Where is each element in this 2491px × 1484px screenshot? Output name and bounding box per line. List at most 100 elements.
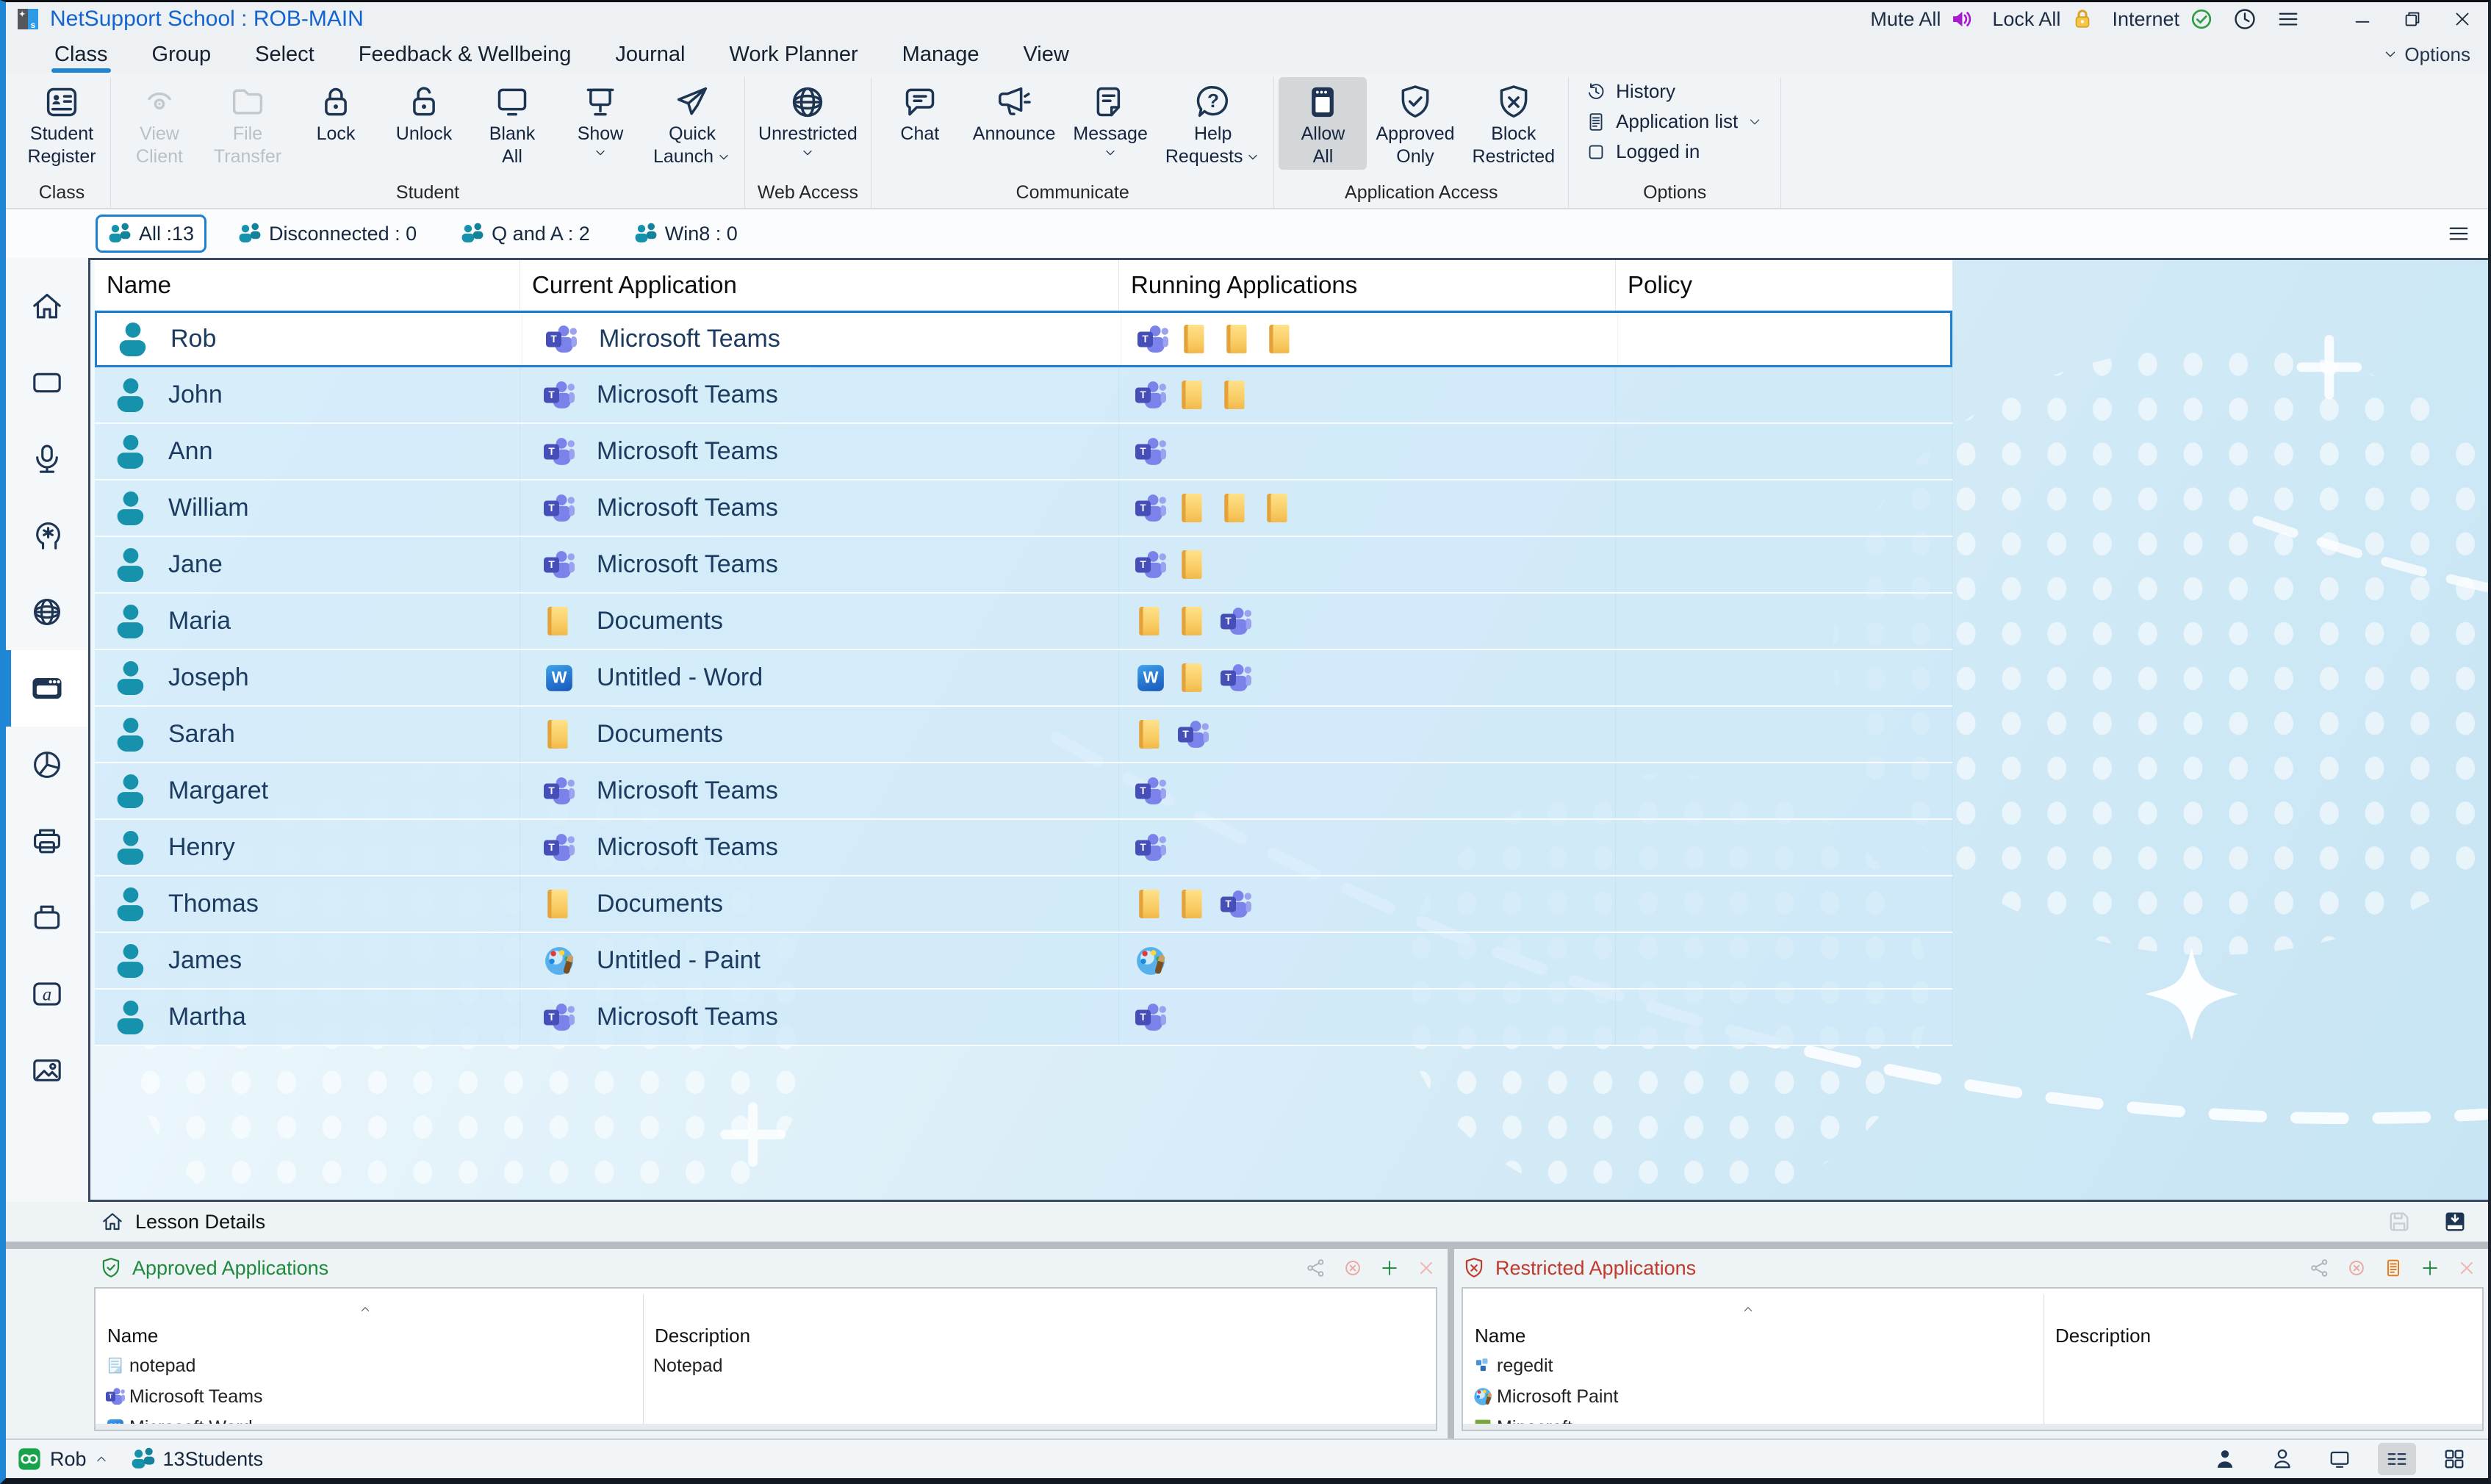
share-icon[interactable] (2309, 1257, 2331, 1279)
ribbon-tab-manage[interactable]: Manage (883, 41, 999, 68)
options-dropdown[interactable]: Options (2382, 43, 2470, 66)
list-item[interactable]: Microsoft Paint (1463, 1381, 2482, 1412)
sidebar-item-monitor-view[interactable] (6, 345, 88, 421)
table-row[interactable]: Rob TMicrosoft Teams T (95, 311, 1952, 367)
ribbon-tab-group[interactable]: Group (133, 41, 231, 68)
sidebar-item-web-control[interactable] (6, 574, 88, 650)
ribbon-option-application-list[interactable]: Application list (1585, 110, 1763, 133)
lock-all-button[interactable]: Lock All (1992, 6, 2096, 32)
student-tab-disconnected-0[interactable]: Disconnected : 0 (226, 215, 429, 253)
ribbon-option-history[interactable]: History (1585, 80, 1675, 103)
ribbon-button-unrestricted[interactable]: Unrestricted (750, 77, 866, 162)
list-item[interactable]: TMicrosoft Teams (96, 1381, 1436, 1412)
table-row[interactable]: Henry TMicrosoft Teams T (95, 820, 1952, 876)
sidebar-item-audio[interactable] (6, 421, 88, 497)
students-count[interactable]: 13Students (131, 1447, 264, 1472)
clear-icon[interactable] (1342, 1257, 1364, 1279)
ribbon-button-view-client[interactable]: ViewClient (115, 77, 204, 170)
view-person-filled[interactable] (2206, 1443, 2244, 1475)
export-icon[interactable] (2441, 1208, 2469, 1236)
ribbon-tab-feedback-wellbeing[interactable]: Feedback & Wellbeing (339, 41, 591, 68)
ribbon-option-logged-in[interactable]: Logged in (1585, 140, 1700, 163)
netsupport-logo-icon: s (16, 7, 40, 31)
list-item[interactable]: regedit (1463, 1350, 2482, 1381)
sidebar-item-device-control[interactable] (6, 879, 88, 956)
delete-icon[interactable] (1415, 1257, 1437, 1279)
sidebar-item-wellbeing[interactable] (6, 497, 88, 574)
internet-status-button[interactable]: Internet (2112, 6, 2215, 32)
ribbon-button-announce[interactable]: Announce (964, 77, 1065, 147)
ribbon-button-help-requests[interactable]: ?HelpRequests (1157, 77, 1270, 170)
student-tab-q-and-a-2[interactable]: Q and A : 2 (448, 215, 603, 253)
sidebar-item-time-usage[interactable] (6, 727, 88, 803)
ribbon-button-message[interactable]: Message (1064, 77, 1156, 162)
horizontal-scrollbar[interactable] (1463, 1424, 2482, 1430)
list-column-description[interactable]: Description (2044, 1325, 2482, 1347)
ribbon-tab-work-planner[interactable]: Work Planner (711, 41, 877, 68)
student-tab-win8-0[interactable]: Win8 : 0 (622, 215, 750, 253)
list-menu-icon[interactable] (2445, 220, 2472, 247)
ribbon-button-file-transfer[interactable]: FileTransfer (204, 77, 292, 170)
ribbon-tab-class[interactable]: Class (35, 41, 127, 68)
sidebar-item-application-control[interactable] (6, 650, 88, 727)
ribbon-tab-view[interactable]: View (1004, 41, 1088, 68)
ribbon-button-student-register[interactable]: StudentRegister (18, 77, 106, 170)
close-button[interactable] (2451, 8, 2473, 30)
sidebar-item-screen-capture[interactable] (6, 1032, 88, 1109)
sidebar-item-home[interactable] (6, 268, 88, 345)
column-header-policy[interactable]: Policy (1616, 260, 1952, 310)
ribbon-button-chat[interactable]: Chat (876, 77, 964, 147)
ribbon-button-unlock[interactable]: Unlock (380, 77, 468, 147)
table-row[interactable]: Martha TMicrosoft Teams T (95, 990, 1952, 1046)
add-icon[interactable] (1379, 1257, 1401, 1279)
mute-all-button[interactable]: Mute All (1870, 6, 1976, 32)
clock-icon[interactable] (2231, 5, 2259, 33)
ribbon-button-allow-all[interactable]: AllowAll (1279, 77, 1367, 170)
view-list-view[interactable] (2378, 1443, 2416, 1475)
table-row[interactable]: Sarah Documents T (95, 707, 1952, 763)
view-grid-view[interactable] (2435, 1443, 2473, 1475)
column-header-current-application[interactable]: Current Application (520, 260, 1119, 310)
clear-icon[interactable] (2346, 1257, 2368, 1279)
table-row[interactable]: James Untitled - Paint (95, 933, 1952, 990)
list-view-icon (2384, 1446, 2410, 1472)
table-row[interactable]: Maria Documents T (95, 594, 1952, 650)
ribbon-button-quick-launch[interactable]: QuickLaunch (644, 77, 740, 170)
list-icon[interactable] (2382, 1257, 2404, 1279)
table-row[interactable]: Thomas Documents T (95, 876, 1952, 933)
menu-icon[interactable] (2275, 6, 2301, 32)
maximize-button[interactable] (2401, 8, 2423, 30)
delete-icon[interactable] (2456, 1257, 2478, 1279)
ribbon-button-approved-only[interactable]: ApprovedOnly (1367, 77, 1463, 170)
table-row[interactable]: Margaret TMicrosoft Teams T (95, 763, 1952, 820)
sidebar-item-typing-history[interactable]: a (6, 956, 88, 1032)
list-column-name[interactable]: Name (96, 1325, 643, 1347)
add-icon[interactable] (2419, 1257, 2441, 1279)
table-row[interactable]: Joseph WUntitled - Word WT (95, 650, 1952, 707)
save-icon[interactable] (2385, 1208, 2413, 1236)
ribbon-button-blank-all[interactable]: BlankAll (468, 77, 556, 170)
ribbon-tab-select[interactable]: Select (236, 41, 334, 68)
view-monitor-view[interactable] (2321, 1443, 2359, 1475)
column-header-running-applications[interactable]: Running Applications (1119, 260, 1616, 310)
student-tab-all-13[interactable]: All :13 (96, 215, 206, 253)
ribbon-button-show[interactable]: Show (556, 77, 644, 162)
ribbon-button-lock[interactable]: Lock (292, 77, 380, 147)
horizontal-scrollbar[interactable] (96, 1424, 1436, 1430)
minimize-button[interactable] (2351, 8, 2373, 30)
column-header-name[interactable]: Name (95, 260, 520, 310)
list-item[interactable]: notepad Notepad (96, 1350, 1436, 1381)
share-icon[interactable] (1305, 1257, 1327, 1279)
connected-user[interactable]: Rob (16, 1446, 109, 1472)
sidebar-item-print-control[interactable] (6, 803, 88, 879)
table-row[interactable]: Ann TMicrosoft Teams T (95, 424, 1952, 480)
ribbon-button-block-restricted[interactable]: BlockRestricted (1464, 77, 1564, 170)
view-person-outline[interactable] (2263, 1443, 2301, 1475)
ribbon-tab-journal[interactable]: Journal (596, 41, 704, 68)
list-column-name[interactable]: Name (1463, 1325, 2044, 1347)
table-row[interactable]: John TMicrosoft Teams T (95, 367, 1952, 424)
table-row[interactable]: Jane TMicrosoft Teams T (95, 537, 1952, 594)
list-column-description[interactable]: Description (643, 1325, 1436, 1347)
home-icon (100, 1209, 125, 1234)
table-row[interactable]: William TMicrosoft Teams T (95, 480, 1952, 537)
